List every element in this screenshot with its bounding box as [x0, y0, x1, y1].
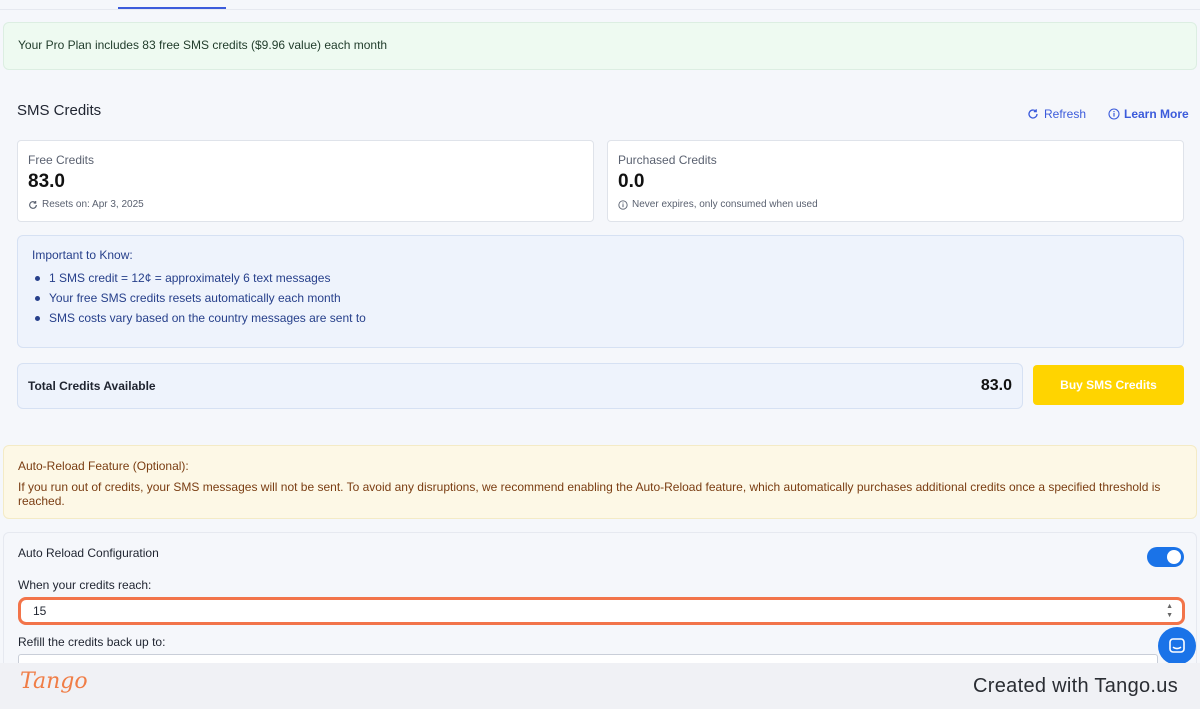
- auto-reload-notice: Auto-Reload Feature (Optional): If you r…: [3, 445, 1197, 519]
- learn-more-button[interactable]: Learn More: [1108, 107, 1189, 121]
- info-icon: [618, 199, 628, 210]
- top-tab-strip: [0, 0, 1200, 10]
- refresh-icon: [1028, 109, 1038, 119]
- list-item: Your free SMS credits resets automatical…: [32, 288, 1169, 308]
- auto-reload-notice-title: Auto-Reload Feature (Optional):: [18, 459, 189, 473]
- threshold-value: 15: [33, 604, 47, 618]
- refill-label: Refill the credits back up to:: [18, 635, 166, 649]
- stepper-down-icon[interactable]: ▼: [1166, 611, 1173, 620]
- plan-banner: Your Pro Plan includes 83 free SMS credi…: [3, 22, 1197, 70]
- refresh-label: Refresh: [1044, 107, 1087, 121]
- free-credits-card: Free Credits 83.0 Resets on: Apr 3, 2025: [17, 140, 594, 222]
- list-item: 1 SMS credit = 12¢ = approximately 6 tex…: [32, 268, 1169, 288]
- total-credits-value: 83.0: [980, 377, 1012, 394]
- learn-more-label: Learn More: [1124, 107, 1189, 121]
- auto-reload-notice-text: If you run out of credits, your SMS mess…: [18, 480, 1161, 508]
- number-stepper[interactable]: ▲ ▼: [1166, 602, 1173, 620]
- important-info-box: Important to Know: 1 SMS credit = 12¢ = …: [17, 235, 1184, 348]
- plan-banner-text: Your Pro Plan includes 83 free SMS credi…: [18, 38, 388, 52]
- auto-reload-toggle[interactable]: [1147, 547, 1184, 567]
- buy-sms-credits-button[interactable]: Buy SMS Credits: [1033, 365, 1184, 405]
- stepper-up-icon[interactable]: ▲: [1166, 602, 1173, 611]
- active-tab-indicator: [118, 7, 226, 9]
- refresh-button[interactable]: Refresh: [1027, 107, 1086, 121]
- purchased-credits-card: Purchased Credits 0.0 Never expires, onl…: [607, 140, 1184, 222]
- auto-reload-config-section: Auto Reload Configuration When your cred…: [3, 532, 1197, 674]
- purchased-credits-value: 0.0: [618, 171, 645, 192]
- important-title: Important to Know:: [32, 248, 133, 262]
- threshold-input[interactable]: 15 ▲ ▼: [18, 597, 1185, 625]
- total-credits-bar: Total Credits Available 83.0: [17, 363, 1023, 409]
- info-icon: [1108, 108, 1120, 120]
- chat-widget-button[interactable]: [1158, 627, 1196, 665]
- reset-icon: [29, 200, 37, 209]
- config-title: Auto Reload Configuration: [18, 546, 159, 560]
- purchased-credits-note: Never expires, only consumed when used: [618, 199, 1173, 210]
- free-credits-value: 83.0: [28, 171, 65, 192]
- important-list: 1 SMS credit = 12¢ = approximately 6 tex…: [32, 268, 1169, 328]
- free-credits-reset-text: Resets on: Apr 3, 2025: [42, 199, 144, 210]
- total-credits-label: Total Credits Available: [28, 379, 156, 393]
- sms-credits-section: SMS Credits Refresh Learn More Free Cred…: [3, 84, 1197, 430]
- section-title: SMS Credits: [17, 102, 102, 119]
- created-with-text: Created with Tango.us: [973, 675, 1178, 697]
- toggle-knob: [1167, 550, 1181, 564]
- chat-icon: [1169, 638, 1185, 653]
- purchased-credits-note-text: Never expires, only consumed when used: [632, 199, 818, 210]
- list-item: SMS costs vary based on the country mess…: [32, 308, 1169, 328]
- free-credits-label: Free Credits: [28, 153, 95, 167]
- purchased-credits-label: Purchased Credits: [618, 153, 717, 167]
- threshold-label: When your credits reach:: [18, 578, 152, 592]
- free-credits-note: Resets on: Apr 3, 2025: [28, 199, 583, 210]
- tango-footer: Tango Created with Tango.us: [0, 663, 1200, 709]
- tango-logo: Tango: [20, 669, 88, 694]
